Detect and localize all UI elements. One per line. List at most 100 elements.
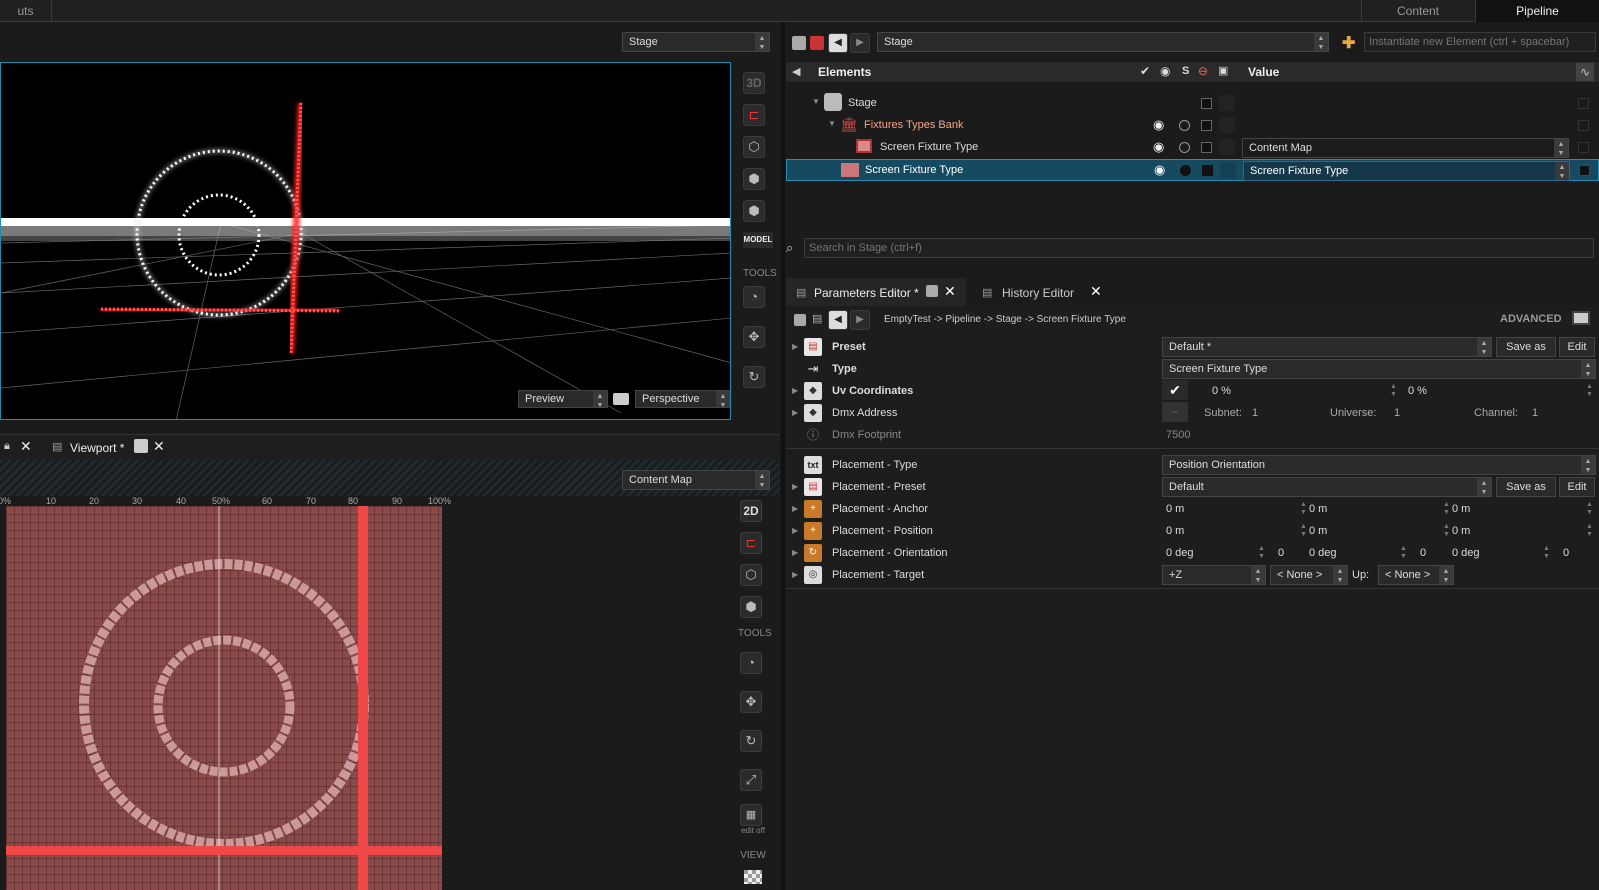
lock-icon-tree[interactable] xyxy=(792,36,806,50)
camera-icon[interactable] xyxy=(613,393,629,405)
stage-selector-3d[interactable]: Stage ▲ ▼ xyxy=(622,32,770,52)
row-end-box[interactable] xyxy=(1579,165,1590,176)
scale-icon[interactable]: ⤢ xyxy=(740,769,762,791)
lock-icon[interactable] xyxy=(926,285,938,297)
snap-icon[interactable]: ⊏ xyxy=(743,104,765,126)
toggle-2d-button[interactable]: 2D xyxy=(740,500,762,522)
expand-icon[interactable]: ▶ xyxy=(792,386,798,395)
tab-history-editor[interactable]: History Editor xyxy=(1002,286,1074,300)
magnet-icon[interactable]: ⊖ xyxy=(1198,64,1208,78)
gauge-icon-2d[interactable]: ◔ xyxy=(740,652,762,674)
uv-v-value[interactable]: 0 % xyxy=(1408,385,1427,397)
spin-icon[interactable]: ▲ ▼ xyxy=(1586,501,1593,517)
close-icon[interactable]: ✕ xyxy=(944,283,956,300)
tree-row[interactable]: ▼ Stage xyxy=(786,93,1599,115)
textured-cube-icon[interactable]: ⬢ xyxy=(743,200,765,222)
up-selector[interactable]: < None > ▲ ▼ xyxy=(1378,565,1454,585)
solo-circle[interactable] xyxy=(1180,165,1191,176)
target-selector[interactable]: < None > ▲ ▼ xyxy=(1270,565,1348,585)
visibility-box[interactable] xyxy=(1202,165,1213,176)
tree-row-selected[interactable]: Screen Fixture Type ◉ Screen Fixture Typ… xyxy=(786,159,1599,181)
rotate-icon[interactable]: ↻ xyxy=(743,366,765,388)
lock-cell[interactable] xyxy=(1219,139,1235,155)
snap-icon-2d[interactable]: ⊏ xyxy=(740,532,762,554)
content-map-selector[interactable]: Content Map ▲ ▼ xyxy=(622,470,770,490)
rotate-icon-2d[interactable]: ↻ xyxy=(740,730,762,752)
close-history-icon[interactable]: ✕ xyxy=(1090,283,1102,300)
visibility-box[interactable] xyxy=(1201,98,1212,109)
expand-icon[interactable]: ▼ xyxy=(812,97,820,106)
row-end-box[interactable] xyxy=(1578,98,1589,109)
lock-cell[interactable] xyxy=(1219,95,1235,111)
collapse-icon[interactable]: ◀ xyxy=(792,65,800,78)
back-icon[interactable]: ◀ xyxy=(828,33,848,53)
lock-icon[interactable] xyxy=(794,314,806,326)
row-end-box[interactable] xyxy=(1578,120,1589,131)
value-selector[interactable]: Content Map ▲ ▼ xyxy=(1242,138,1569,158)
content-map-canvas[interactable] xyxy=(6,506,442,890)
perspective-selector[interactable]: Perspective ▲ ▼ xyxy=(635,390,730,408)
save-as-button[interactable]: Save as xyxy=(1496,337,1556,357)
checker-icon[interactable] xyxy=(744,870,762,884)
preset-selector[interactable]: Default * ▲ ▼ xyxy=(1162,337,1492,357)
eye-icon[interactable]: ◉ xyxy=(1153,139,1164,155)
expand-icon[interactable]: ▶ xyxy=(792,526,798,535)
eye-icon[interactable]: ◉ xyxy=(1154,162,1165,178)
tab-left[interactable]: uts xyxy=(0,0,52,22)
orientation-z-turns[interactable]: 0 xyxy=(1563,547,1569,559)
viewport-3d-canvas[interactable]: Preview ▲ ▼ Perspective ▲ ▼ xyxy=(0,62,731,420)
expand-icon[interactable]: ▶ xyxy=(792,482,798,491)
lock-header-icon[interactable]: ▣ xyxy=(1218,64,1228,77)
orientation-y-turns[interactable]: 0 xyxy=(1420,547,1426,559)
expand-icon[interactable]: ▶ xyxy=(792,408,798,417)
spin-icon[interactable]: ▲ ▼ xyxy=(1300,501,1307,517)
tab-pipeline[interactable]: Pipeline xyxy=(1475,0,1599,22)
wireframe-cube-icon[interactable]: ⬡ xyxy=(743,136,765,158)
move-icon[interactable]: ✥ xyxy=(743,326,765,348)
expand-icon[interactable]: ▶ xyxy=(792,548,798,557)
lock-cell[interactable] xyxy=(1219,117,1235,133)
edit-button[interactable]: Edit xyxy=(1559,477,1595,497)
orientation-x[interactable]: 0 deg xyxy=(1166,547,1194,559)
advanced-toggle[interactable] xyxy=(1572,311,1590,325)
record-icon[interactable] xyxy=(810,36,824,50)
orientation-x-turns[interactable]: 0 xyxy=(1278,547,1284,559)
type-selector[interactable]: Screen Fixture Type ▲ ▼ xyxy=(1162,359,1596,379)
tree-row[interactable]: ▼ 🏛︎ Fixtures Types Bank ◉ xyxy=(786,115,1599,137)
anchor-z[interactable]: 0 m xyxy=(1452,503,1470,515)
add-element-icon[interactable]: ✚ xyxy=(1342,33,1355,53)
placement-type-selector[interactable]: Position Orientation ▲ ▼ xyxy=(1162,455,1596,475)
subnet-value[interactable]: 1 xyxy=(1252,407,1258,419)
move-icon-2d[interactable]: ✥ xyxy=(740,691,762,713)
lock-cell[interactable] xyxy=(1220,162,1236,178)
uv-checkbox[interactable]: ✔ xyxy=(1162,380,1188,400)
channel-value[interactable]: 1 xyxy=(1532,407,1538,419)
forward-icon[interactable]: ▶ xyxy=(850,310,870,330)
tab-content[interactable]: Content xyxy=(1361,0,1474,22)
spin-icon[interactable]: ▲ ▼ xyxy=(1586,383,1593,399)
model-button[interactable]: MODEL xyxy=(743,232,773,248)
gauge-icon[interactable]: ◔ xyxy=(743,286,765,308)
expand-icon[interactable]: ▶ xyxy=(792,570,798,579)
wireframe-cube-icon-2d[interactable]: ⬡ xyxy=(740,564,762,586)
orientation-z[interactable]: 0 deg xyxy=(1452,547,1480,559)
expand-icon[interactable]: ▶ xyxy=(792,504,798,513)
position-z[interactable]: 0 m xyxy=(1452,525,1470,537)
tree-row[interactable]: Screen Fixture Type ◉ Content Map ▲ ▼ xyxy=(786,137,1599,159)
stage-selector-tree[interactable]: Stage ▲ ▼ xyxy=(877,32,1329,52)
grid-icon[interactable]: ▦ xyxy=(740,804,762,826)
check-icon[interactable]: ✔ xyxy=(1140,64,1150,78)
tab-parameters-editor[interactable]: ▤ Parameters Editor * ✕ xyxy=(786,278,966,306)
lock-tab-icon[interactable] xyxy=(134,439,148,453)
anchor-y[interactable]: 0 m xyxy=(1309,503,1327,515)
back-icon[interactable]: ◀ xyxy=(828,310,848,330)
spin-icon[interactable]: ▲ ▼ xyxy=(1443,523,1450,539)
eye-icon[interactable]: ◉ xyxy=(1153,117,1164,133)
anchor-x[interactable]: 0 m xyxy=(1166,503,1184,515)
waveform-icon[interactable]: ∿ xyxy=(1576,63,1594,81)
expand-icon[interactable]: ▶ xyxy=(792,342,798,351)
spin-icon[interactable]: ▲ ▼ xyxy=(1586,523,1593,539)
tab-viewport[interactable]: Viewport * xyxy=(70,441,124,455)
orientation-y[interactable]: 0 deg xyxy=(1309,547,1337,559)
visibility-box[interactable] xyxy=(1201,120,1212,131)
